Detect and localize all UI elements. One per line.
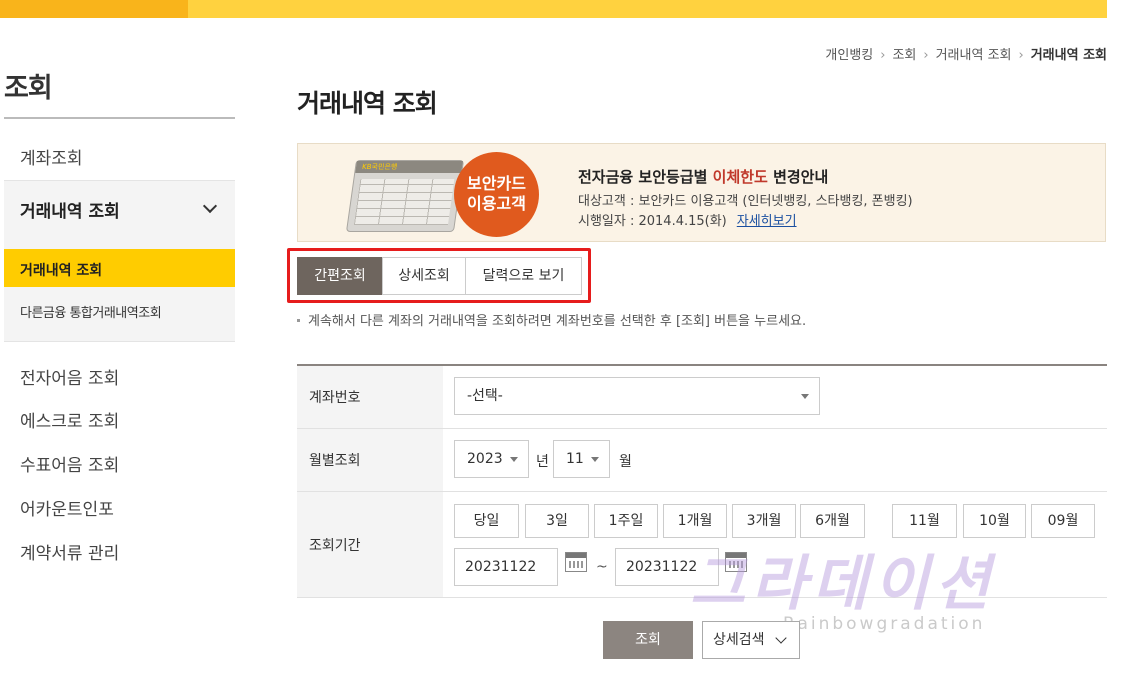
watermark-sub: Rainbowgradation bbox=[783, 614, 986, 634]
month-select-value: 11 bbox=[566, 451, 584, 467]
breadcrumb: 개인뱅킹 › 조회 › 거래내역 조회 › 거래내역 조회 bbox=[825, 44, 1107, 63]
banner-title-post: 변경안내 bbox=[767, 168, 829, 186]
banner-title: 전자금융 보안등급별 이체한도 변경안내 bbox=[578, 166, 828, 187]
account-select-value: -선택- bbox=[467, 388, 503, 404]
detail-search-label: 상세검색 bbox=[713, 632, 765, 648]
month-select[interactable]: 11 bbox=[553, 440, 610, 478]
account-label: 계좌번호 bbox=[297, 366, 443, 428]
chevron-down-icon[interactable] bbox=[202, 198, 218, 214]
year-unit: 년 bbox=[536, 454, 549, 470]
month-unit: 월 bbox=[619, 454, 632, 470]
month-button-nov[interactable]: 11월 bbox=[892, 504, 957, 538]
sidebar-item-account-info[interactable]: 어카운트인포 bbox=[20, 495, 114, 520]
banner-date: 시행일자 : 2014.4.15(화) bbox=[578, 214, 727, 229]
sidebar-item-account[interactable]: 계좌조회 bbox=[20, 144, 83, 169]
top-color-bar bbox=[0, 0, 1107, 18]
search-form: 계좌번호 -선택- 월별조회 2023 년 11 월 조회기간 당일 3일 1주… bbox=[297, 364, 1107, 598]
start-date-input[interactable]: 20231122 bbox=[454, 548, 558, 586]
breadcrumb-current: 거래내역 조회 bbox=[1030, 48, 1107, 63]
detail-search-button[interactable]: 상세검색 bbox=[702, 621, 800, 659]
sidebar-item-ebill[interactable]: 전자어음 조회 bbox=[20, 364, 119, 389]
security-card-banner: KB국민은행 보안카드 이용고객 전자금융 보안등급별 이체한도 변경안내 대상… bbox=[297, 143, 1106, 242]
date-range-tilde: ~ bbox=[596, 559, 608, 575]
month-button-sep[interactable]: 09월 bbox=[1031, 504, 1095, 538]
sidebar-group-transactions: 거래내역 조회 거래내역 조회 다른금융 통합거래내역조회 bbox=[4, 180, 235, 342]
banner-target: 대상고객 : 보안카드 이용고객 (인터넷뱅킹, 스타뱅킹, 폰뱅킹) bbox=[578, 194, 913, 209]
sidebar-title: 조회 bbox=[4, 73, 53, 104]
period-label: 조회기간 bbox=[297, 492, 443, 597]
period-button-3months[interactable]: 3개월 bbox=[732, 504, 796, 538]
card-bank-label: KB국민은행 bbox=[361, 163, 398, 171]
breadcrumb-item[interactable]: 조회 bbox=[892, 48, 916, 63]
form-row-month: 월별조회 2023 년 11 월 bbox=[297, 429, 1107, 492]
sidebar-divider bbox=[4, 117, 235, 119]
sidebar-subitem-integrated[interactable]: 다른금융 통합거래내역조회 bbox=[20, 302, 162, 321]
caret-down-icon bbox=[510, 457, 518, 462]
details-link[interactable]: 자세히보기 bbox=[737, 214, 797, 229]
top-color-bar-segment bbox=[0, 0, 188, 18]
page-title: 거래내역 조회 bbox=[297, 89, 438, 118]
caret-down-icon bbox=[801, 394, 809, 399]
period-button-1week[interactable]: 1주일 bbox=[594, 504, 658, 538]
tab-simple[interactable]: 간편조회 bbox=[297, 257, 383, 295]
period-button-3days[interactable]: 3일 bbox=[525, 504, 589, 538]
notice-text: 계속해서 다른 계좌의 거래내역을 조회하려면 계좌번호를 선택한 후 [조회]… bbox=[297, 310, 806, 329]
bullet-icon bbox=[297, 318, 300, 322]
form-row-account: 계좌번호 -선택- bbox=[297, 366, 1107, 429]
banner-date-line: 시행일자 : 2014.4.15(화) 자세히보기 bbox=[578, 210, 797, 229]
calendar-icon[interactable] bbox=[565, 552, 587, 572]
year-select[interactable]: 2023 bbox=[454, 440, 529, 478]
badge-line-1: 보안카드 bbox=[467, 174, 526, 193]
sidebar-item-promissory[interactable]: 수표어음 조회 bbox=[20, 451, 119, 476]
caret-down-icon bbox=[591, 457, 599, 462]
sidebar-subitem-transactions[interactable]: 거래내역 조회 bbox=[4, 249, 235, 287]
security-card-icon: KB국민은행 bbox=[345, 160, 465, 232]
notice-message: 계속해서 다른 계좌의 거래내역을 조회하려면 계좌번호를 선택한 후 [조회]… bbox=[308, 314, 807, 329]
sidebar-item-escrow[interactable]: 에스크로 조회 bbox=[20, 407, 119, 432]
tab-detailed[interactable]: 상세조회 bbox=[382, 257, 466, 295]
banner-title-highlight: 이체한도 bbox=[712, 168, 768, 186]
period-button-1month[interactable]: 1개월 bbox=[663, 504, 727, 538]
badge-line-2: 이용고객 bbox=[467, 194, 526, 213]
tab-calendar[interactable]: 달력으로 보기 bbox=[465, 257, 582, 295]
month-label: 월별조회 bbox=[297, 429, 443, 491]
account-select[interactable]: -선택- bbox=[454, 377, 820, 415]
sidebar-item-contract-docs[interactable]: 계약서류 관리 bbox=[20, 539, 119, 564]
security-card-badge: 보안카드 이용고객 bbox=[454, 152, 539, 237]
search-button[interactable]: 조회 bbox=[603, 621, 693, 659]
chevron-down-icon bbox=[775, 632, 787, 644]
banner-title-pre: 전자금융 보안등급별 bbox=[578, 168, 713, 186]
period-button-today[interactable]: 당일 bbox=[454, 504, 519, 538]
breadcrumb-item[interactable]: 개인뱅킹 bbox=[825, 48, 873, 63]
watermark: 그라데이션 bbox=[690, 549, 996, 619]
breadcrumb-item[interactable]: 거래내역 조회 bbox=[936, 48, 1012, 63]
breadcrumb-separator-icon: › bbox=[880, 48, 886, 63]
sidebar-group-head[interactable]: 거래내역 조회 bbox=[20, 197, 120, 222]
breadcrumb-separator-icon: › bbox=[923, 48, 929, 63]
breadcrumb-separator-icon: › bbox=[1018, 48, 1024, 63]
month-button-oct[interactable]: 10월 bbox=[963, 504, 1026, 538]
year-select-value: 2023 bbox=[467, 451, 503, 467]
period-button-6months[interactable]: 6개월 bbox=[800, 504, 865, 538]
